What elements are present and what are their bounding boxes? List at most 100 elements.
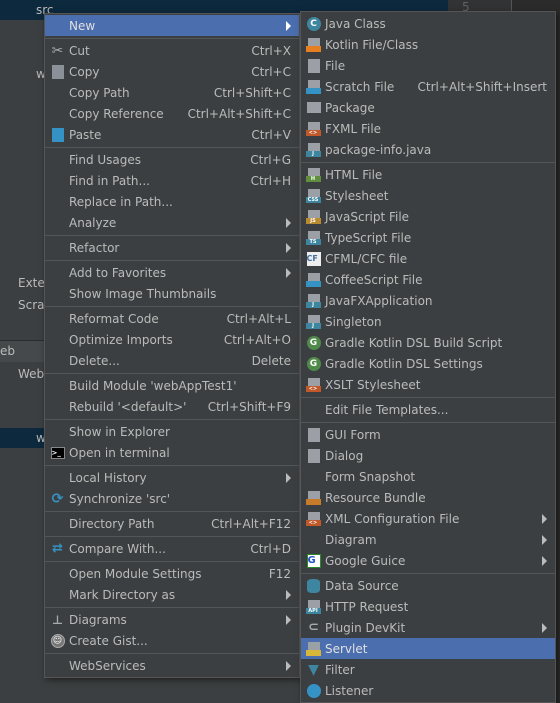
- tree-item-web[interactable]: Web: [18, 367, 44, 381]
- coffeescript-icon: [305, 272, 321, 287]
- menu-item-optimize-imports[interactable]: Optimize Imports Ctrl+Alt+O: [45, 329, 299, 350]
- menu-item-gradle-kotlin-dsl-build-script[interactable]: G Gradle Kotlin DSL Build Script: [301, 332, 555, 353]
- menu-item-label: JavaScript File: [325, 209, 410, 224]
- tree-item-scratches[interactable]: Scra: [18, 298, 45, 312]
- menu-item-javascript-file[interactable]: JS JavaScript File: [301, 206, 555, 227]
- menu-item-diagrams[interactable]: ⊥ Diagrams: [45, 609, 299, 630]
- fxml-file-icon: <>: [305, 121, 321, 136]
- menu-item-build-module-webapptest1[interactable]: Build Module 'webAppTest1': [45, 375, 299, 396]
- menu-item-kotlin-file-class[interactable]: Kotlin File/Class: [301, 34, 555, 55]
- menu-item-java-class[interactable]: C Java Class: [301, 13, 555, 34]
- menu-item-open-in-terminal[interactable]: >_ Open in terminal: [45, 442, 299, 463]
- menu-item-javafxapplication[interactable]: J JavaFXApplication: [301, 290, 555, 311]
- menu-item-edit-file-templates[interactable]: Edit File Templates...: [301, 399, 555, 420]
- menu-item-find-in-path[interactable]: Find in Path... Ctrl+H: [45, 170, 299, 191]
- menu-item-reformat-code[interactable]: Reformat Code Ctrl+Alt+L: [45, 308, 299, 329]
- menu-item-diagram[interactable]: Diagram: [301, 529, 555, 550]
- menu-item-webservices[interactable]: WebServices: [45, 655, 299, 676]
- menu-item-servlet[interactable]: Servlet: [301, 638, 555, 659]
- submenu-arrow-icon: [286, 614, 291, 625]
- menu-item-label: Add to Favorites: [69, 265, 167, 280]
- shortcut: Ctrl+Alt+Shift+C: [187, 106, 291, 121]
- sync-icon: ⟳: [51, 490, 64, 507]
- submenu-arrow-icon: [542, 513, 547, 524]
- menu-item-label: Edit File Templates...: [325, 402, 449, 417]
- menu-item-form-snapshot[interactable]: Form Snapshot: [301, 466, 555, 487]
- menu-item-cfml-cfc-file[interactable]: CF CFML/CFC file: [301, 248, 555, 269]
- kotlin-file-icon: [305, 37, 321, 52]
- menu-item-analyze[interactable]: Analyze: [45, 212, 299, 233]
- menu-item-data-source[interactable]: Data Source: [301, 575, 555, 596]
- menu-item-scratch-file[interactable]: Scratch File Ctrl+Alt+Shift+Insert: [301, 76, 555, 97]
- menu-item-gui-form[interactable]: GUI Form: [301, 424, 555, 445]
- menu-item-package-info-java[interactable]: Jpackage-info.java: [301, 139, 555, 160]
- menu-item-open-module-settings[interactable]: Open Module Settings F12: [45, 563, 299, 584]
- menu-item-show-image-thumbnails[interactable]: Show Image Thumbnails: [45, 283, 299, 304]
- copy-icon: [50, 64, 65, 79]
- menu-item-mark-directory-as[interactable]: Mark Directory as: [45, 584, 299, 605]
- menu-item-label: FXML File: [325, 121, 382, 136]
- menu-item-delete[interactable]: Delete... Delete: [45, 350, 299, 371]
- menu-item-copy[interactable]: Copy Ctrl+C: [45, 61, 299, 82]
- menu-item-create-gist[interactable]: ☺ Create Gist...: [45, 630, 299, 651]
- submenu-arrow-icon: [542, 622, 547, 633]
- menu-item-file[interactable]: File: [301, 55, 555, 76]
- menu-item-label: New: [69, 18, 96, 33]
- menu-item-xslt-stylesheet[interactable]: <> XSLT Stylesheet: [301, 374, 555, 395]
- shortcut: Ctrl+D: [250, 541, 291, 556]
- menu-item-plugin-devkit[interactable]: ⊂ Plugin DevKit: [301, 617, 555, 638]
- menu-item-refactor[interactable]: Refactor: [45, 237, 299, 258]
- menu-item-gradle-kotlin-dsl-settings[interactable]: G Gradle Kotlin DSL Settings: [301, 353, 555, 374]
- menu-item-paste[interactable]: Paste Ctrl+V: [45, 124, 299, 145]
- menu-item-resource-bundle[interactable]: Resource Bundle: [301, 487, 555, 508]
- menu-item-label: File: [325, 58, 346, 73]
- menu-item-label: Replace in Path...: [69, 194, 173, 209]
- submenu-arrow-icon: [542, 534, 547, 545]
- menu-item-replace-in-path[interactable]: Replace in Path...: [45, 191, 299, 212]
- menu-item-local-history[interactable]: Local History: [45, 467, 299, 488]
- menu-item-http-request[interactable]: API HTTP Request: [301, 596, 555, 617]
- menu-item-label: HTTP Request: [325, 599, 409, 614]
- menu-item-label: Build Module 'webAppTest1': [69, 378, 237, 393]
- shortcut: F12: [268, 566, 291, 581]
- java-file-icon: J: [305, 293, 321, 308]
- submenu-arrow-icon: [542, 555, 547, 566]
- menu-item-rebuild-default[interactable]: Rebuild '<default>' Ctrl+Shift+F9: [45, 396, 299, 417]
- menu-item-compare-with[interactable]: ⇄ Compare With... Ctrl+D: [45, 538, 299, 559]
- menu-item-coffeescript-file[interactable]: CoffeeScript File: [301, 269, 555, 290]
- menu-item-copy-reference[interactable]: Copy Reference Ctrl+Alt+Shift+C: [45, 103, 299, 124]
- menu-item-package[interactable]: Package: [301, 97, 555, 118]
- menu-item-cut[interactable]: ✂ Cut Ctrl+X: [45, 40, 299, 61]
- menu-item-directory-path[interactable]: Directory Path Ctrl+Alt+F12: [45, 513, 299, 534]
- menu-item-synchronize-src[interactable]: ⟳ Synchronize 'src': [45, 488, 299, 509]
- menu-item-label: Stylesheet: [325, 188, 389, 203]
- menu-item-label: HTML File: [325, 167, 383, 182]
- menu-item-label: XSLT Stylesheet: [325, 377, 421, 392]
- menu-item-label: CoffeeScript File: [325, 272, 423, 287]
- submenu-arrow-icon: [286, 472, 291, 483]
- menu-item-label: Gradle Kotlin DSL Settings: [325, 356, 483, 371]
- menu-item-google-guice[interactable]: G Google Guice: [301, 550, 555, 571]
- shortcut: Ctrl+X: [251, 43, 291, 58]
- menu-item-copy-path[interactable]: Copy Path Ctrl+Shift+C: [45, 82, 299, 103]
- menu-item-label: Paste: [69, 127, 102, 142]
- menu-item-fxml-file[interactable]: <> FXML File: [301, 118, 555, 139]
- menu-item-filter[interactable]: ▼ Filter: [301, 659, 555, 680]
- menu-item-find-usages[interactable]: Find Usages Ctrl+G: [45, 149, 299, 170]
- menu-item-dialog[interactable]: Dialog: [301, 445, 555, 466]
- gui-form-icon: [306, 427, 321, 442]
- menu-item-singleton[interactable]: J Singleton: [301, 311, 555, 332]
- menu-item-typescript-file[interactable]: TS TypeScript File: [301, 227, 555, 248]
- diagram-icon: ⊥: [52, 612, 63, 627]
- tree-item-external-libraries[interactable]: Exte: [18, 276, 45, 290]
- menu-item-listener[interactable]: Listener: [301, 680, 555, 701]
- menu-item-xml-configuration-file[interactable]: <> XML Configuration File: [301, 508, 555, 529]
- file-icon: [306, 58, 321, 73]
- menu-item-new[interactable]: New: [45, 15, 299, 36]
- shortcut: Delete: [251, 353, 291, 368]
- menu-item-html-file[interactable]: H HTML File: [301, 164, 555, 185]
- menu-item-stylesheet[interactable]: CSS Stylesheet: [301, 185, 555, 206]
- menu-item-add-to-favorites[interactable]: Add to Favorites: [45, 262, 299, 283]
- menu-item-show-in-explorer[interactable]: Show in Explorer: [45, 421, 299, 442]
- menu-item-label: JavaFXApplication: [325, 293, 433, 308]
